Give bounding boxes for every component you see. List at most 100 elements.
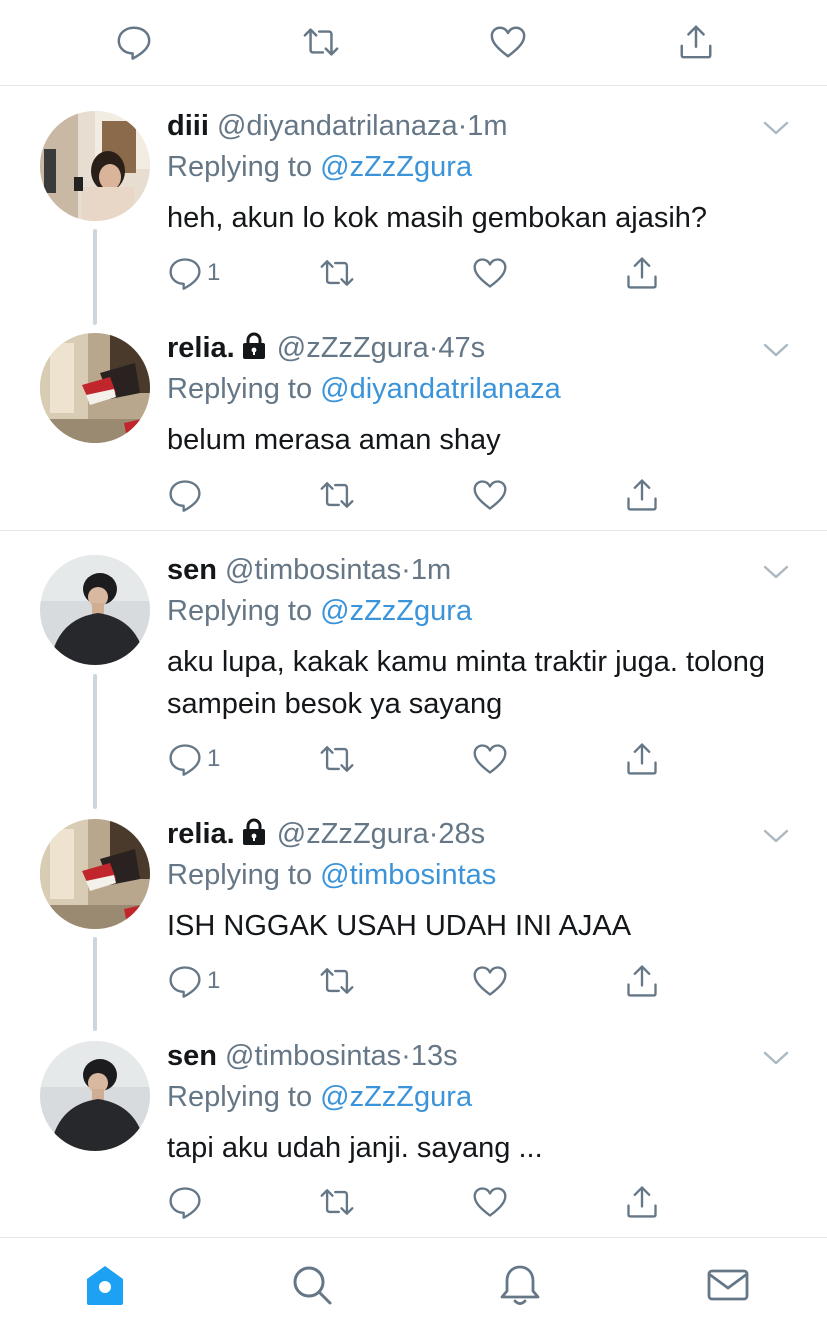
- separator-dot: ·: [428, 818, 439, 850]
- chevron-down-icon[interactable]: [762, 340, 790, 360]
- reply-button[interactable]: 1: [167, 961, 220, 1001]
- handle[interactable]: @zZzZgura: [277, 818, 429, 850]
- share-icon: [627, 479, 657, 511]
- share-icon[interactable]: [676, 22, 716, 62]
- separator-dot: ·: [457, 110, 468, 142]
- avatar[interactable]: [40, 333, 150, 443]
- replying-prefix: Replying to: [167, 595, 321, 627]
- avatar[interactable]: [40, 819, 150, 929]
- tweet-actions: 1: [167, 739, 687, 779]
- like-button[interactable]: [472, 475, 508, 515]
- retweet-button[interactable]: [319, 961, 355, 1001]
- display-name[interactable]: sen: [167, 1040, 217, 1072]
- like-button[interactable]: [472, 1182, 508, 1222]
- reply-mention[interactable]: @zZzZgura: [320, 151, 472, 183]
- display-name[interactable]: sen: [167, 554, 217, 586]
- separator-dot: ·: [401, 1040, 411, 1072]
- lock-icon: [241, 331, 267, 361]
- tweet-actions: [167, 475, 687, 515]
- chevron-down-icon[interactable]: [762, 118, 790, 138]
- tweet-header: relia. @zZzZgura·28s: [167, 816, 485, 852]
- chevron-down-icon[interactable]: [762, 1048, 790, 1068]
- search-icon[interactable]: [289, 1262, 335, 1308]
- replying-to: Replying to @diyandatrilanaza: [167, 371, 561, 407]
- replying-prefix: Replying to: [167, 373, 321, 405]
- reply-icon: [169, 966, 201, 998]
- timestamp[interactable]: 1m: [467, 110, 507, 142]
- reply-count: 1: [207, 259, 221, 286]
- tweet-text: ISH NGGAK USAH UDAH INI AJAA: [167, 910, 632, 942]
- share-button[interactable]: [624, 1182, 660, 1222]
- avatar[interactable]: [40, 1041, 150, 1151]
- conversation-divider: [0, 530, 827, 531]
- share-button[interactable]: [624, 253, 660, 293]
- retweet-button[interactable]: [319, 253, 355, 293]
- replying-prefix: Replying to: [167, 1081, 321, 1113]
- tweet-actions: 1: [167, 961, 687, 1001]
- share-icon: [627, 257, 657, 289]
- replying-prefix: Replying to: [167, 859, 321, 891]
- avatar[interactable]: [40, 555, 150, 665]
- home-icon[interactable]: [82, 1262, 128, 1308]
- retweet-icon[interactable]: [301, 22, 341, 62]
- retweet-button[interactable]: [319, 1182, 355, 1222]
- messages-icon[interactable]: [705, 1262, 751, 1308]
- display-name[interactable]: relia.: [167, 332, 235, 364]
- reply-count: 1: [207, 745, 221, 772]
- tweet-text: heh, akun lo kok masih gembokan ajasih?: [167, 202, 708, 234]
- like-icon: [473, 1187, 507, 1217]
- reply-button[interactable]: 1: [167, 253, 220, 293]
- timestamp[interactable]: 28s: [438, 818, 485, 850]
- tweet-text: belum merasa aman shay: [167, 424, 501, 456]
- like-button[interactable]: [472, 961, 508, 1001]
- share-icon: [627, 743, 657, 775]
- handle[interactable]: @zZzZgura: [277, 332, 429, 364]
- chevron-down-icon[interactable]: [762, 562, 790, 582]
- share-button[interactable]: [624, 739, 660, 779]
- like-icon[interactable]: [488, 22, 528, 62]
- timestamp[interactable]: 13s: [411, 1040, 458, 1072]
- reply-icon: [169, 258, 201, 290]
- reply-button[interactable]: 1: [167, 739, 220, 779]
- timestamp[interactable]: 1m: [411, 554, 451, 586]
- like-icon: [473, 744, 507, 774]
- reply-button[interactable]: [167, 1182, 207, 1222]
- avatar[interactable]: [40, 111, 150, 221]
- thread-line: [93, 229, 97, 325]
- reply-button[interactable]: [167, 475, 207, 515]
- notifications-icon[interactable]: [497, 1262, 543, 1308]
- timestamp[interactable]: 47s: [438, 332, 485, 364]
- handle[interactable]: @timbosintas: [225, 1040, 401, 1072]
- reply-mention[interactable]: @timbosintas: [320, 859, 496, 891]
- share-icon: [627, 965, 657, 997]
- retweet-button[interactable]: [319, 739, 355, 779]
- tweet-header: sen @timbosintas·1m: [167, 552, 451, 588]
- replying-to: Replying to @zZzZgura: [167, 149, 472, 185]
- chevron-down-icon[interactable]: [762, 826, 790, 846]
- replying-to: Replying to @zZzZgura: [167, 593, 472, 629]
- display-name[interactable]: relia.: [167, 818, 235, 850]
- tweet-header: diii @diyandatrilanaza·1m: [167, 108, 508, 144]
- retweet-icon: [320, 1189, 354, 1215]
- reply-mention[interactable]: @diyandatrilanaza: [320, 373, 561, 405]
- display-name[interactable]: diii: [167, 110, 209, 142]
- like-button[interactable]: [472, 739, 508, 779]
- reply-mention[interactable]: @zZzZgura: [320, 595, 472, 627]
- lock-icon: [241, 817, 267, 847]
- reply-mention[interactable]: @zZzZgura: [320, 1081, 472, 1113]
- share-button[interactable]: [624, 961, 660, 1001]
- handle[interactable]: @diyandatrilanaza: [217, 110, 458, 142]
- separator-dot: ·: [401, 554, 411, 586]
- retweet-button[interactable]: [319, 475, 355, 515]
- bottom-nav: [0, 1237, 827, 1328]
- tweet-text: tapi aku udah janji. sayang ...: [167, 1132, 543, 1164]
- tweet-text: aku lupa, kakak kamu minta traktir juga.…: [167, 646, 766, 720]
- retweet-icon: [320, 260, 354, 286]
- like-icon: [473, 480, 507, 510]
- retweet-icon: [320, 968, 354, 994]
- share-button[interactable]: [624, 475, 660, 515]
- reply-icon[interactable]: [114, 22, 154, 62]
- handle[interactable]: @timbosintas: [225, 554, 401, 586]
- retweet-icon: [320, 482, 354, 508]
- like-button[interactable]: [472, 253, 508, 293]
